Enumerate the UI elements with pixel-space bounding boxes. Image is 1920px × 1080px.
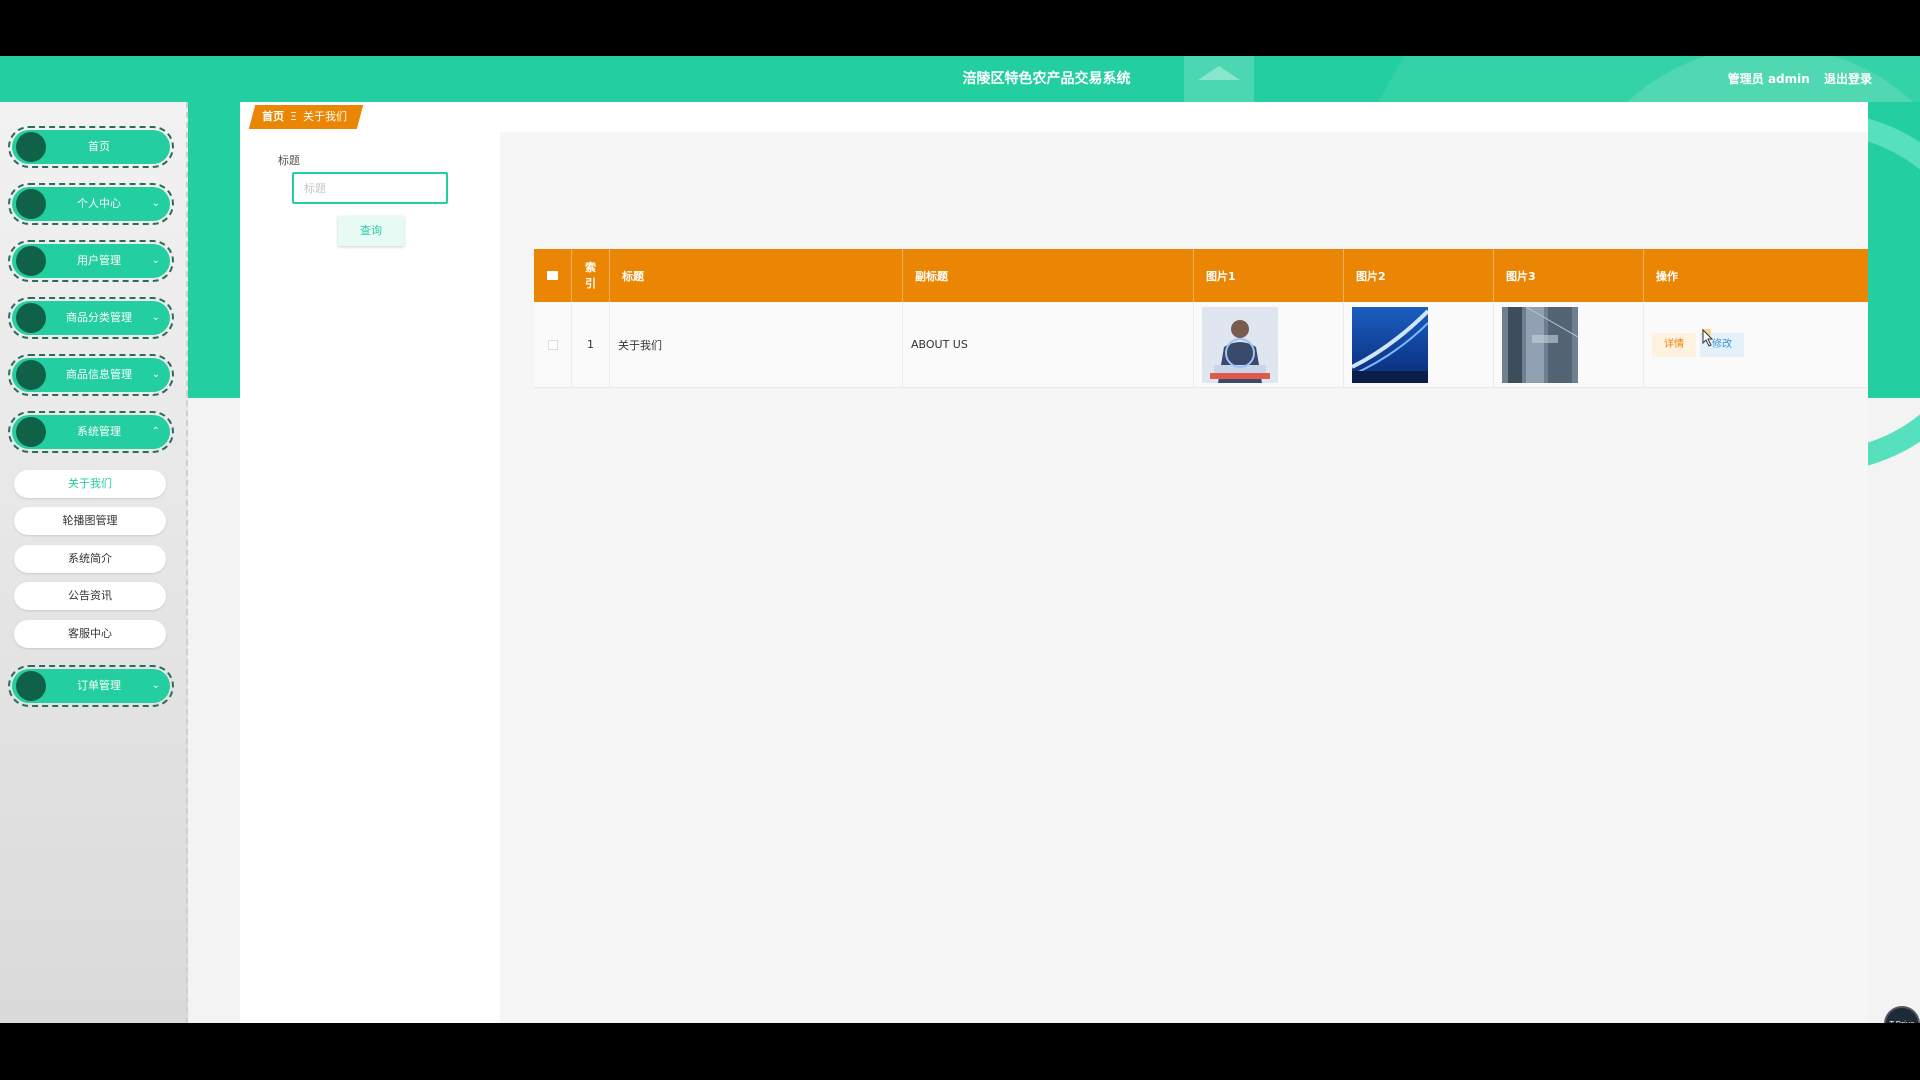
- detail-button[interactable]: 详情: [1652, 332, 1696, 357]
- select-all-checkbox-cell[interactable]: [534, 249, 572, 302]
- title-search-input[interactable]: [292, 172, 448, 204]
- sidebar-item-profile[interactable]: 个人中心 ⌄: [8, 183, 174, 225]
- select-all-checkbox[interactable]: [547, 271, 558, 280]
- row-checkbox[interactable]: [547, 339, 558, 350]
- sidebar-item-orders[interactable]: 订单管理 ⌄: [8, 665, 174, 707]
- submenu-carousel[interactable]: 轮播图管理: [14, 507, 166, 535]
- mouse-cursor-icon: [1702, 329, 1714, 347]
- row-checkbox-cell[interactable]: [534, 302, 572, 387]
- column-header-image3: 图片3: [1494, 249, 1644, 302]
- sidebar: 首页 个人中心 ⌄ 用户管理 ⌄ 商品分类管理 ⌄ 商品信息管理 ⌄ 系统管理 ⌃ 关于我…: [0, 102, 188, 1023]
- submenu-service-center[interactable]: 客服中心: [14, 620, 166, 648]
- column-header-image2: 图片2: [1344, 249, 1494, 302]
- screen: 涪陵区特色农产品交易系统 管理员 admin 退出登录 首页 个人中心 ⌄ 用户管…: [0, 0, 1920, 1080]
- app-window: 涪陵区特色农产品交易系统 管理员 admin 退出登录 首页 个人中心 ⌄ 用户管…: [0, 56, 1920, 1023]
- chevron-down-icon: ⌄: [151, 198, 160, 209]
- submenu-news[interactable]: 公告资讯: [14, 582, 166, 610]
- column-header-title: 标题: [610, 249, 903, 302]
- row-subtitle: ABOUT US: [903, 302, 1194, 387]
- menu-dot-icon: [16, 246, 46, 276]
- breadcrumb-home[interactable]: 首页: [262, 110, 284, 123]
- menu-dot-icon: [16, 360, 46, 390]
- logout-link[interactable]: 退出登录: [1824, 72, 1872, 86]
- table-row: 1 关于我们 ABOUT US 详情 修改: [534, 302, 1868, 388]
- menu-dot-icon: [16, 303, 46, 333]
- menu-dot-icon: [16, 417, 46, 447]
- menu-dot-icon: [16, 132, 46, 162]
- blue-arc-thumbnail[interactable]: [1352, 306, 1428, 383]
- app-title: 涪陵区特色农产品交易系统: [962, 71, 1131, 87]
- data-table: 索引 标题 副标题 图片1 图片2 图片3 操作 1 关于我们 ABOUT US: [534, 249, 1868, 388]
- table-header: 索引 标题 副标题 图片1 图片2 图片3 操作: [534, 249, 1868, 302]
- sidebar-item-users[interactable]: 用户管理 ⌄: [8, 240, 174, 282]
- submenu-about-us[interactable]: 关于我们: [14, 470, 166, 498]
- tech-person-thumbnail[interactable]: [1202, 306, 1278, 383]
- sidebar-item-products[interactable]: 商品信息管理 ⌄: [8, 354, 174, 396]
- submenu-system-intro[interactable]: 系统简介: [14, 545, 166, 573]
- column-header-subtitle: 副标题: [903, 249, 1194, 302]
- column-header-image1: 图片1: [1194, 249, 1344, 302]
- chevron-down-icon: ⌄: [151, 369, 160, 380]
- breadcrumb: 首页 Ξ 关于我们: [248, 105, 364, 129]
- query-button[interactable]: 查询: [338, 216, 404, 246]
- main-panel: 首页 Ξ 关于我们 标题 查询 索引 标题 副标题 图片1 图片2 图片3 操作 1: [240, 102, 1868, 1023]
- floating-assistant-button[interactable]: T-Drive: [1884, 1006, 1920, 1023]
- top-header: 涪陵区特色农产品交易系统 管理员 admin 退出登录: [0, 56, 1920, 102]
- sidebar-item-home[interactable]: 首页: [8, 126, 174, 168]
- row-index: 1: [572, 302, 610, 387]
- sidebar-item-categories[interactable]: 商品分类管理 ⌄: [8, 297, 174, 339]
- chevron-down-icon: ⌄: [151, 680, 160, 691]
- sidebar-item-system[interactable]: 系统管理 ⌃: [8, 411, 174, 453]
- chevron-down-icon: ⌄: [151, 255, 160, 266]
- row-title: 关于我们: [610, 302, 903, 387]
- search-label: 标题: [278, 154, 300, 167]
- column-header-actions: 操作: [1656, 269, 1678, 283]
- chevron-up-icon: ⌃: [151, 426, 160, 437]
- chevron-down-icon: ⌄: [151, 312, 160, 323]
- building-thumbnail[interactable]: [1502, 306, 1578, 383]
- breadcrumb-bar: 首页 Ξ 关于我们: [240, 102, 1868, 132]
- user-bar: 管理员 admin 退出登录: [1718, 56, 1872, 102]
- search-panel: 标题 查询: [240, 132, 500, 1023]
- menu-dot-icon: [16, 671, 46, 701]
- breadcrumb-current: 关于我们: [302, 110, 347, 123]
- breadcrumb-separator-icon: Ξ: [290, 110, 297, 123]
- menu-dot-icon: [16, 189, 46, 219]
- column-header-index: 索引: [572, 249, 610, 302]
- current-user: 管理员 admin: [1727, 72, 1810, 86]
